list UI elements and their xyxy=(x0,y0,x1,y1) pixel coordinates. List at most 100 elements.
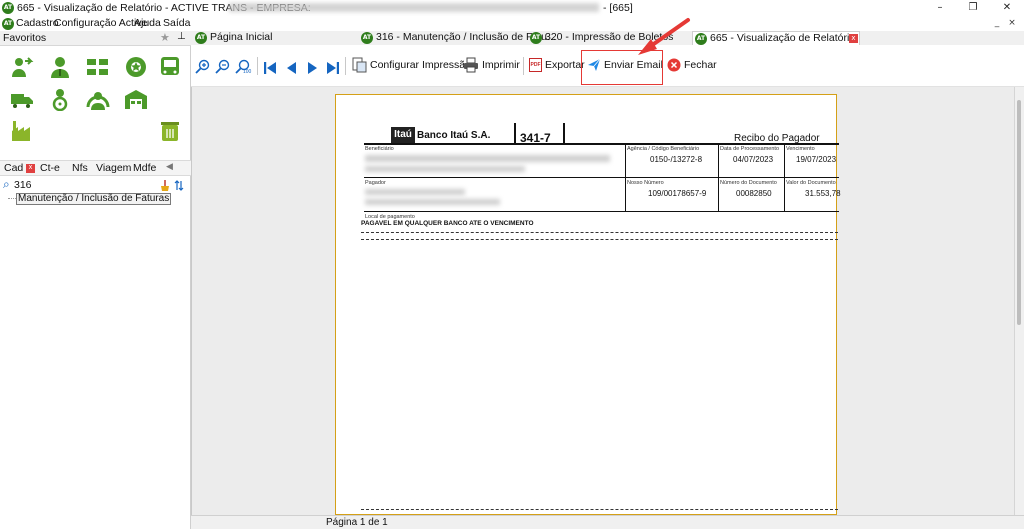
favorite-tile-8[interactable] xyxy=(80,84,116,114)
label-vencimento: Vencimento xyxy=(786,146,815,152)
favorite-tile-5[interactable] xyxy=(152,52,188,82)
cell-divider xyxy=(718,177,719,211)
cell-divider xyxy=(718,143,719,177)
user-arrow-icon xyxy=(12,57,34,77)
tab-viagem[interactable]: Viagem xyxy=(96,162,131,174)
row-rule xyxy=(364,211,839,212)
redacted-beneficiario-address xyxy=(365,166,525,172)
tab-cte[interactable]: Ct-e xyxy=(40,162,60,174)
row-rule xyxy=(364,177,839,178)
page-setup-icon xyxy=(352,57,367,73)
window-title-suffix: - [665] xyxy=(603,2,633,14)
star-icon[interactable]: ★ xyxy=(160,31,170,44)
broom-icon[interactable] xyxy=(160,180,170,191)
mdi-minimize-button[interactable]: _ xyxy=(991,17,1003,29)
sort-icon[interactable] xyxy=(174,180,184,191)
value-local-pagamento: PAGAVEL EM QUALQUER BANCO ATE O VENCIMEN… xyxy=(361,220,534,227)
value-numero-documento: 00082850 xyxy=(736,189,772,198)
favorite-tile-6[interactable] xyxy=(4,84,40,114)
annotation-arrow-icon xyxy=(638,18,690,55)
left-panel: Favoritos ★ ⊥ Cad x Ct-e Nfs Viagem Mdfe… xyxy=(0,31,191,529)
minimize-button[interactable]: – xyxy=(925,0,955,16)
driver-icon xyxy=(52,89,68,111)
label-numero-documento: Número do Documento xyxy=(720,180,777,186)
restore-button[interactable]: ❐ xyxy=(958,0,988,16)
header-divider xyxy=(514,123,516,144)
tab-mdfe[interactable]: Mdfe xyxy=(133,162,156,174)
tab-nfs[interactable]: Nfs xyxy=(72,162,88,174)
imprimir-button[interactable]: Imprimir xyxy=(463,55,520,75)
configurar-impressao-label: Configurar Impressão xyxy=(370,59,471,71)
cut-line xyxy=(361,232,838,233)
truck-icon xyxy=(11,94,33,108)
close-window-button[interactable]: ✕ xyxy=(992,0,1022,16)
next-page-icon[interactable] xyxy=(306,58,320,78)
zoom-100-label: 100 xyxy=(243,69,252,75)
search-input[interactable]: 316 xyxy=(14,179,32,191)
tab-665-relatorio[interactable]: AT 665 - Visualização de Relatório x xyxy=(692,31,860,45)
toolbar-separator xyxy=(257,57,258,75)
document-tabs: AT Página Inicial AT 316 - Manutenção / … xyxy=(191,31,1024,45)
favorite-tile-1[interactable] xyxy=(4,52,40,82)
factory-icon xyxy=(12,121,30,141)
last-page-icon[interactable] xyxy=(326,58,340,78)
search-icon: ⌕ xyxy=(3,177,10,191)
menu-search[interactable]: ⌕ 316 xyxy=(0,177,191,193)
cut-line xyxy=(361,509,838,510)
trash-icon xyxy=(161,122,179,141)
tab-label: 665 - Visualização de Relatório xyxy=(710,32,856,44)
exportar-button[interactable]: PDF Exportar xyxy=(529,55,585,75)
previous-page-icon[interactable] xyxy=(284,58,298,78)
value-agencia: 0150-/13272-8 xyxy=(650,155,703,164)
zoom-out-icon[interactable] xyxy=(215,57,231,77)
favorite-tile-2[interactable] xyxy=(42,52,78,82)
favorite-tile-3[interactable] xyxy=(80,52,116,82)
printer-icon xyxy=(464,57,478,73)
menu-saida[interactable]: Saída xyxy=(163,17,190,29)
favorite-tile-4[interactable] xyxy=(118,52,154,82)
menu-ajuda[interactable]: Ajuda xyxy=(134,17,161,29)
tab-logo-icon: AT xyxy=(530,32,542,44)
close-tab-icon[interactable]: x xyxy=(26,164,35,173)
tab-cad[interactable]: Cad xyxy=(4,162,23,174)
favorite-tile-7[interactable] xyxy=(42,84,78,114)
user-circle-icon xyxy=(86,92,110,110)
pin-icon[interactable]: ⊥ xyxy=(177,31,186,42)
label-agencia: Agência / Código Beneficiário xyxy=(627,146,700,152)
pdf-icon: PDF xyxy=(529,58,542,72)
tree-connector xyxy=(8,198,16,199)
tab-pagina-inicial[interactable]: AT Página Inicial xyxy=(193,31,353,45)
fleet-icon xyxy=(87,59,108,75)
configurar-impressao-button[interactable]: Configurar Impressão xyxy=(351,55,471,75)
close-tab-icon[interactable]: x xyxy=(849,34,858,43)
page-indicator: Página 1 de 1 xyxy=(326,517,388,528)
favorite-tile-10[interactable] xyxy=(4,116,40,146)
tab-logo-icon: AT xyxy=(195,32,207,44)
redacted-beneficiario xyxy=(365,155,610,162)
scroll-left-icon[interactable]: ◀ xyxy=(166,162,173,172)
wheel-icon xyxy=(126,57,146,77)
menu-cadastro[interactable]: Cadastro xyxy=(16,17,59,29)
app-logo-icon: AT xyxy=(2,2,14,14)
imprimir-label: Imprimir xyxy=(482,59,520,71)
header-rule xyxy=(364,143,839,145)
tree-item-manutencao-faturas[interactable]: Manutenção / Inclusão de Faturas xyxy=(16,193,172,205)
warehouse-icon xyxy=(125,90,147,109)
header-divider xyxy=(563,123,565,144)
favorite-tile-11[interactable] xyxy=(152,116,188,146)
label-nosso-numero: Nosso Número xyxy=(627,180,664,186)
first-page-icon[interactable] xyxy=(263,58,277,78)
favorite-tile-9[interactable] xyxy=(118,84,154,114)
close-circle-icon xyxy=(667,58,681,72)
toolbar-separator xyxy=(345,57,346,75)
tab-label: Página Inicial xyxy=(210,31,273,43)
favorites-label: Favoritos xyxy=(3,32,47,44)
scrollbar-thumb[interactable] xyxy=(1017,100,1021,325)
cell-divider xyxy=(625,143,626,177)
zoom-in-icon[interactable] xyxy=(195,57,211,77)
cell-divider xyxy=(784,143,785,177)
cut-line xyxy=(361,239,838,240)
tab-316-faturas[interactable]: AT 316 - Manutenção / Inclusão de Fatu..… xyxy=(359,31,556,45)
mdi-close-button[interactable]: × xyxy=(1006,17,1018,29)
cell-divider xyxy=(625,177,626,211)
